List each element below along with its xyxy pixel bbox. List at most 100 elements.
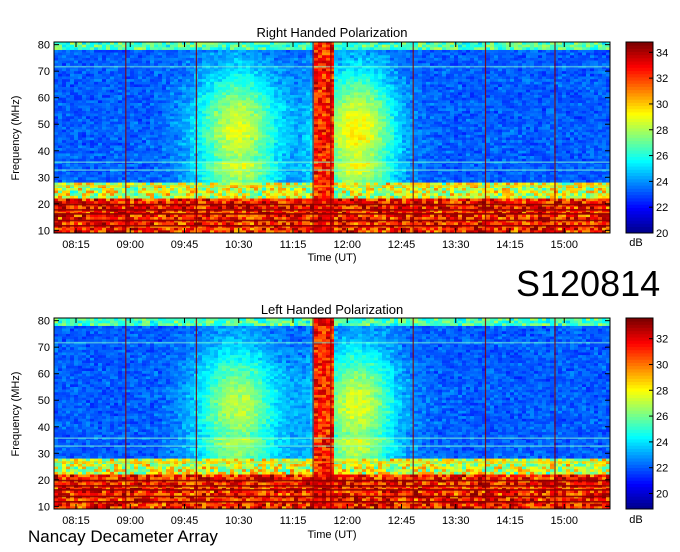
heatmap-cell — [170, 98, 174, 101]
heatmap-cell — [142, 108, 146, 111]
heatmap-cell — [150, 71, 154, 74]
heatmap-cell — [142, 127, 146, 130]
heatmap-cell — [318, 127, 322, 130]
heatmap-cell — [274, 145, 278, 148]
heatmap-cell — [170, 76, 174, 79]
heatmap-cell — [62, 201, 66, 204]
heatmap-cell — [170, 122, 174, 125]
heatmap-cell — [198, 214, 202, 217]
heatmap-cell — [178, 82, 182, 85]
heatmap-cell — [254, 114, 258, 117]
heatmap-cell — [218, 138, 222, 141]
heatmap-cell — [154, 53, 158, 56]
heatmap-cell — [202, 124, 206, 127]
heatmap-cell — [214, 116, 218, 119]
heatmap-cell — [166, 63, 170, 66]
heatmap-cell — [254, 92, 258, 95]
heatmap-cell — [270, 124, 274, 127]
heatmap-cell — [98, 132, 102, 135]
heatmap-cell — [162, 47, 166, 50]
heatmap-cell — [138, 79, 142, 82]
heatmap-cell — [154, 222, 158, 225]
heatmap-cell — [118, 87, 122, 90]
heatmap-cell — [138, 127, 142, 130]
heatmap-cell — [174, 45, 178, 48]
heatmap-cell — [158, 217, 162, 220]
heatmap-cell — [222, 228, 226, 231]
heatmap-cell — [54, 92, 58, 95]
heatmap-cell — [290, 108, 294, 111]
heatmap-cell — [278, 47, 282, 50]
heatmap-cell — [254, 82, 258, 85]
heatmap-cell — [234, 98, 238, 101]
heatmap-cell — [94, 90, 98, 93]
heatmap-cell — [206, 206, 210, 209]
heatmap-cell — [210, 196, 214, 199]
heatmap-cell — [258, 206, 262, 209]
heatmap-cell — [102, 222, 106, 225]
heatmap-cell — [86, 167, 90, 170]
heatmap-cell — [198, 119, 202, 122]
heatmap-cell — [78, 151, 82, 154]
heatmap-cell — [154, 177, 158, 180]
heatmap-cell — [66, 199, 70, 202]
heatmap-cell — [318, 214, 322, 217]
heatmap-cell — [218, 53, 222, 56]
heatmap-cell — [166, 116, 170, 119]
heatmap-cell — [166, 222, 170, 225]
heatmap-cell — [126, 188, 130, 191]
heatmap-cell — [258, 159, 262, 162]
heatmap-cell — [74, 74, 78, 77]
heatmap-cell — [154, 69, 158, 72]
heatmap-cell — [210, 151, 214, 154]
heatmap-cell — [130, 119, 134, 122]
heatmap-cell — [326, 206, 330, 209]
heatmap-cell — [142, 116, 146, 119]
heatmap-cell — [54, 116, 58, 119]
heatmap-cell — [170, 199, 174, 202]
heatmap-cell — [202, 69, 206, 72]
heatmap-cell — [278, 58, 282, 61]
heatmap-cell — [270, 175, 274, 178]
heatmap-cell — [114, 228, 118, 231]
heatmap-cell — [106, 222, 110, 225]
heatmap-cell — [58, 164, 62, 167]
heatmap-cell — [66, 100, 70, 103]
heatmap-cell — [230, 71, 234, 74]
heatmap-cell — [134, 135, 138, 138]
heatmap-cell — [170, 106, 174, 109]
heatmap-cell — [138, 71, 142, 74]
heatmap-cell — [242, 103, 246, 106]
heatmap-cell — [146, 188, 150, 191]
heatmap-cell — [198, 111, 202, 114]
heatmap-cell — [134, 132, 138, 135]
heatmap-cell — [178, 63, 182, 66]
heatmap-cell — [86, 108, 90, 111]
heatmap-cell — [210, 95, 214, 98]
heatmap-cell — [242, 135, 246, 138]
heatmap-cell — [106, 199, 110, 202]
heatmap-cell — [170, 47, 174, 50]
heatmap-cell — [226, 151, 230, 154]
heatmap-cell — [298, 164, 302, 167]
heatmap-cell — [70, 124, 74, 127]
heatmap-cell — [214, 45, 218, 48]
heatmap-cell — [154, 100, 158, 103]
heatmap-cell — [222, 71, 226, 74]
heatmap-cell — [218, 76, 222, 79]
heatmap-cell — [182, 214, 186, 217]
heatmap-cell — [318, 45, 322, 48]
heatmap-cell — [134, 119, 138, 122]
heatmap-cell — [322, 175, 326, 178]
heatmap-cell — [94, 180, 98, 183]
heatmap-cell — [290, 50, 294, 53]
heatmap-cell — [318, 132, 322, 135]
heatmap-cell — [238, 106, 242, 109]
heatmap-cell — [258, 87, 262, 90]
heatmap-cell — [246, 108, 250, 111]
heatmap-cell — [154, 63, 158, 66]
heatmap-cell — [134, 84, 138, 87]
heatmap-cell — [186, 206, 190, 209]
heatmap-cell — [94, 95, 98, 98]
heatmap-cell — [214, 206, 218, 209]
